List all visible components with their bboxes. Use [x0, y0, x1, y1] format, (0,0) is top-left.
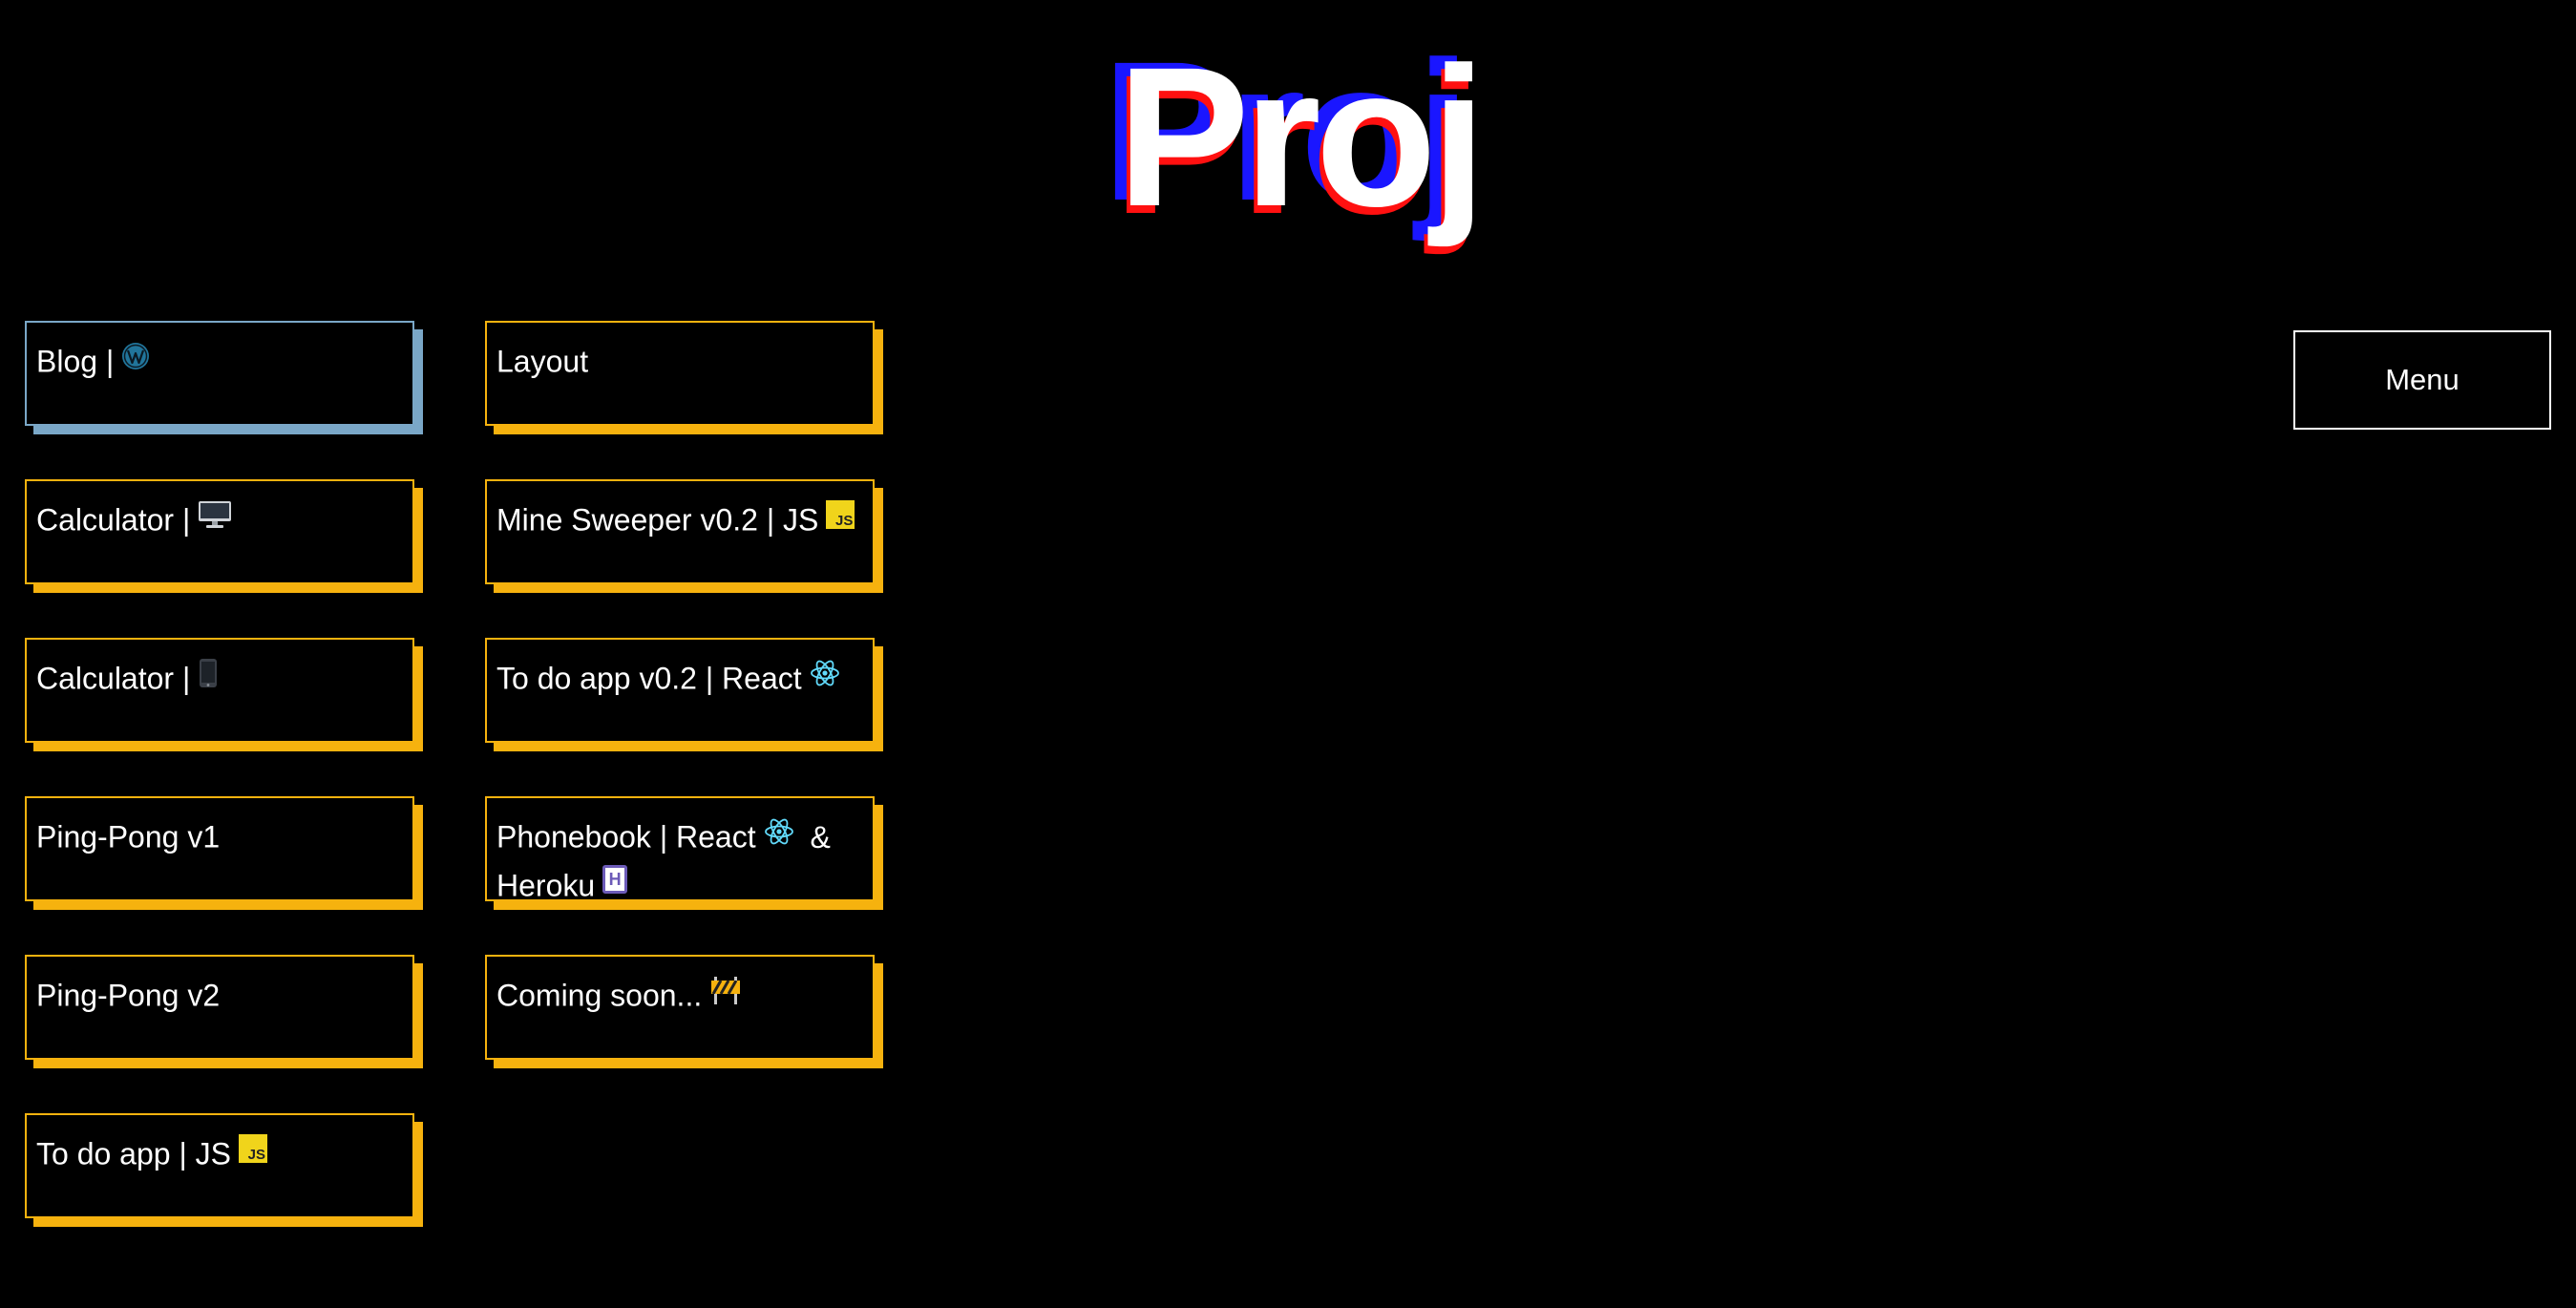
heroku-icon: H: [602, 865, 628, 895]
wordpress-icon: [122, 342, 150, 369]
react-icon: [764, 818, 793, 844]
card-title-ampersand: &: [810, 819, 831, 854]
desktop-computer-icon: [199, 500, 232, 528]
project-card-coming-soon[interactable]: Coming soon...: [485, 955, 875, 1060]
javascript-icon: JS: [826, 499, 855, 529]
project-card-todo-react[interactable]: To do app v0.2 | React: [485, 638, 875, 743]
project-card-mine-sweeper[interactable]: Mine Sweeper v0.2 | JS JS: [485, 479, 875, 584]
project-card-layout[interactable]: Layout: [485, 321, 875, 426]
javascript-icon-text: JS: [835, 512, 854, 529]
page: Proj Proj Proj Menu Blog | Calculator | …: [0, 0, 2576, 1308]
construction-barrier-icon: [711, 976, 741, 1004]
project-card-blog[interactable]: Blog |: [25, 321, 414, 426]
card-title-heroku: Heroku: [496, 868, 596, 903]
card-title: Ping-Pong v2: [36, 978, 221, 1013]
project-card-ping-pong-v1[interactable]: Ping-Pong v1: [25, 796, 414, 901]
project-card-phonebook[interactable]: Phonebook | React & Heroku H: [485, 796, 875, 902]
card-title: Mine Sweeper v0.2 | JS: [496, 502, 819, 538]
card-title: To do app v0.2 | React: [496, 661, 802, 696]
mobile-phone-icon: [200, 658, 218, 687]
card-label: Calculator |: [36, 495, 403, 543]
card-title: Calculator |: [36, 661, 191, 696]
project-card-calculator-mobile[interactable]: Calculator |: [25, 638, 414, 743]
heroku-icon-text: H: [608, 870, 622, 890]
javascript-icon-text: JS: [247, 1146, 265, 1163]
project-card-ping-pong-v2[interactable]: Ping-Pong v2: [25, 955, 414, 1060]
card-label: Mine Sweeper v0.2 | JS JS: [496, 495, 863, 543]
project-card-todo-js[interactable]: To do app | JS JS: [25, 1113, 414, 1218]
card-label: Calculator |: [36, 653, 403, 702]
card-title: Layout: [496, 344, 589, 379]
card-label: To do app v0.2 | React: [496, 653, 863, 702]
card-label: Ping-Pong v2: [36, 970, 403, 1019]
card-title: Phonebook | React: [496, 819, 756, 854]
card-title: Ping-Pong v1: [36, 819, 221, 854]
card-label: Phonebook | React & Heroku H: [496, 812, 863, 908]
card-title: Coming soon...: [496, 978, 703, 1013]
javascript-icon: JS: [239, 1133, 267, 1163]
card-label: Ping-Pong v1: [36, 812, 403, 860]
page-title: Proj Proj Proj: [1102, 27, 1489, 258]
card-label: To do app | JS JS: [36, 1129, 403, 1177]
card-title: To do app | JS: [36, 1136, 231, 1171]
card-label: Layout: [496, 336, 863, 385]
page-title-text: Proj: [1117, 27, 1487, 248]
card-label: Coming soon...: [496, 970, 863, 1019]
card-title: Blog |: [36, 344, 115, 379]
menu-button[interactable]: Menu: [2293, 330, 2551, 430]
card-title: Calculator |: [36, 502, 191, 538]
card-label: Blog |: [36, 336, 403, 385]
react-icon: [810, 660, 839, 686]
project-card-calculator-desktop[interactable]: Calculator |: [25, 479, 414, 584]
